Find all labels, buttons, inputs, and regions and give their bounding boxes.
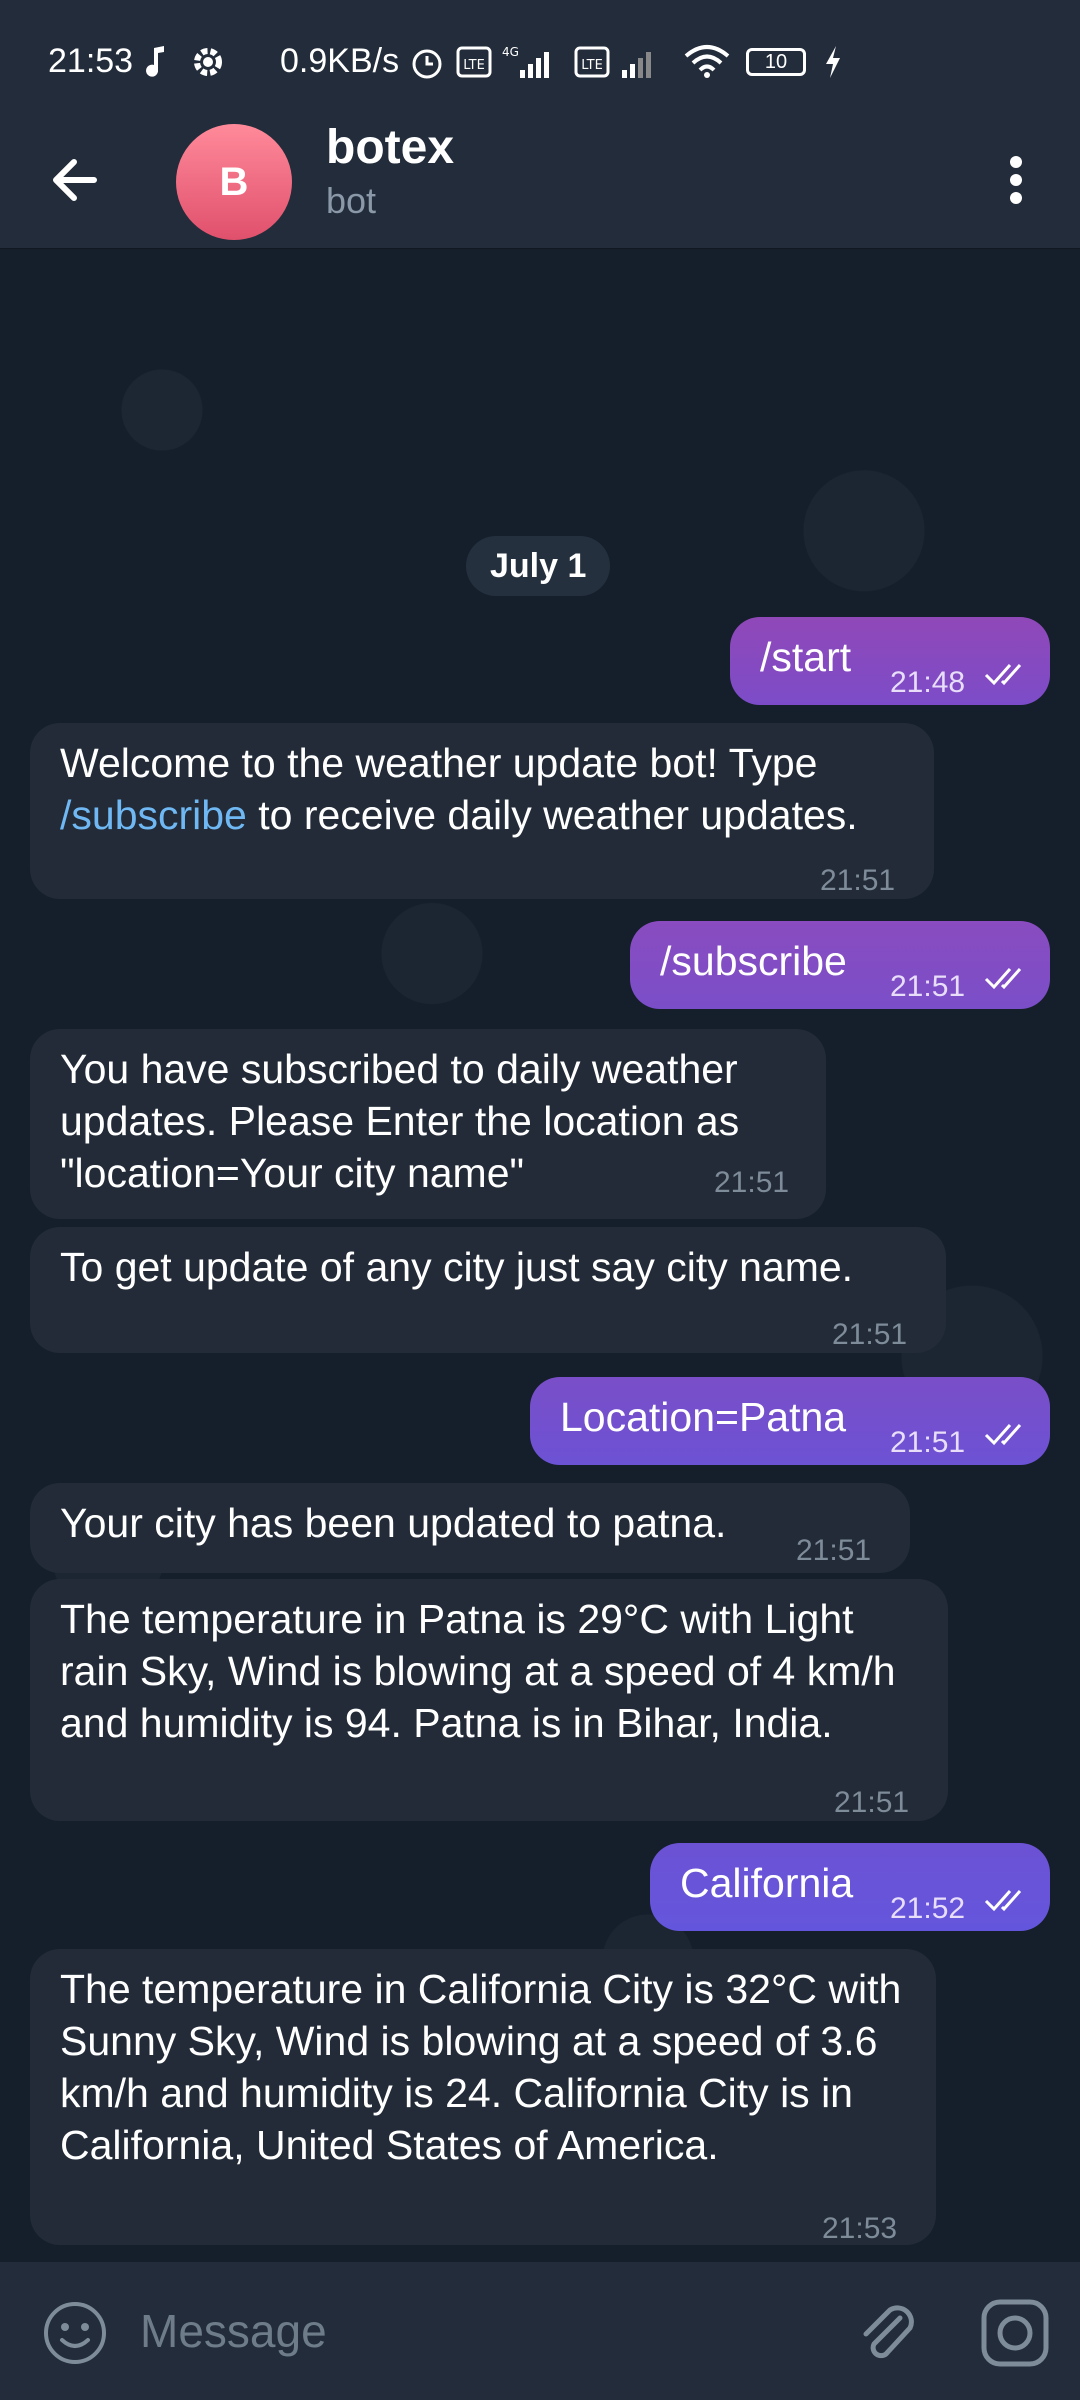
- message-outgoing[interactable]: Location=Patna 21:51: [530, 1377, 1050, 1465]
- chat-title[interactable]: botex: [326, 120, 454, 175]
- double-check-icon: [984, 664, 1022, 686]
- status-bar: 21:53 0.9KB/s LTE 4G LTE 10: [0, 0, 1080, 124]
- message-text: Your city has been updated to patna.: [60, 1500, 727, 1546]
- message-text: To get update of any city just say city …: [60, 1244, 854, 1290]
- message-text: You have subscribed to daily weather upd…: [60, 1046, 740, 1196]
- svg-text:4G: 4G: [502, 45, 519, 59]
- avatar-letter: B: [219, 159, 249, 204]
- message-time: 21:51: [890, 1426, 966, 1459]
- battery-icon: 10: [746, 48, 806, 76]
- message-text: /start: [760, 634, 852, 680]
- chat-header: B botex bot: [0, 121, 1080, 249]
- back-arrow-icon[interactable]: [40, 144, 112, 216]
- message-time: 21:51: [834, 1786, 910, 1819]
- message-text: The temperature in California City is 32…: [60, 1966, 902, 2168]
- chat-subtitle: bot: [326, 180, 377, 221]
- message-time: 21:51: [796, 1534, 872, 1567]
- status-time: 21:53: [48, 42, 134, 80]
- message-text: /subscribe: [660, 938, 847, 984]
- gear-icon: [194, 48, 222, 76]
- message-outgoing[interactable]: California 21:52: [650, 1843, 1050, 1931]
- svg-text:LTE: LTE: [581, 58, 603, 73]
- double-check-icon: [984, 968, 1022, 990]
- volte-icon: LTE: [456, 46, 492, 78]
- message-time: 21:51: [890, 970, 966, 1003]
- message-incoming[interactable]: Your city has been updated to patna. 21:…: [30, 1483, 910, 1573]
- message-input[interactable]: [138, 2292, 822, 2370]
- more-vertical-icon[interactable]: [992, 144, 1040, 216]
- message-time: 21:51: [820, 864, 896, 897]
- message-text-part: Welcome to the weather update bot! Type: [60, 740, 818, 786]
- message-text-part: to receive daily weather updates.: [246, 792, 858, 838]
- alarm-icon: [412, 49, 442, 79]
- message-time: 21:53: [822, 2212, 898, 2245]
- double-check-icon: [984, 1890, 1022, 1912]
- svg-text:LTE: LTE: [463, 58, 485, 73]
- volte-icon: LTE: [574, 46, 610, 78]
- message-time: 21:51: [714, 1166, 790, 1199]
- message-outgoing[interactable]: /start 21:48: [730, 617, 1050, 705]
- message-time: 21:48: [890, 666, 966, 699]
- avatar[interactable]: B: [176, 124, 292, 240]
- emoji-icon[interactable]: [40, 2298, 110, 2368]
- signal-icon: 4G: [502, 45, 549, 78]
- camera-icon[interactable]: [978, 2296, 1052, 2370]
- message-incoming[interactable]: To get update of any city just say city …: [30, 1227, 946, 1353]
- command-link[interactable]: /subscribe: [60, 792, 247, 838]
- message-outgoing[interactable]: /subscribe 21:51: [630, 921, 1050, 1009]
- date-separator: July 1: [466, 536, 611, 596]
- message-incoming[interactable]: You have subscribed to daily weather upd…: [30, 1029, 826, 1219]
- paperclip-icon[interactable]: [850, 2296, 924, 2370]
- double-check-icon: [984, 1424, 1022, 1446]
- network-speed: 0.9KB/s: [280, 42, 400, 80]
- message-text: Welcome to the weather update bot! Type …: [60, 740, 858, 838]
- message-incoming[interactable]: The temperature in California City is 32…: [30, 1949, 936, 2245]
- charging-icon: [826, 46, 840, 78]
- message-time: 21:52: [890, 1892, 966, 1925]
- signal-icon: [622, 52, 651, 78]
- battery-level: 10: [764, 51, 788, 73]
- message-incoming[interactable]: Welcome to the weather update bot! Type …: [30, 723, 934, 899]
- message-time: 21:51: [832, 1318, 908, 1351]
- message-text: The temperature in Patna is 29°C with Li…: [60, 1596, 896, 1746]
- message-incoming[interactable]: The temperature in Patna is 29°C with Li…: [30, 1579, 948, 1821]
- message-list[interactable]: July 1 /start 21:48 Welcome to the weath…: [0, 249, 1080, 2262]
- music-note-icon: [146, 46, 164, 77]
- wifi-icon: [684, 45, 730, 78]
- message-composer: [0, 2262, 1080, 2400]
- message-text: Location=Patna: [560, 1394, 847, 1440]
- message-text: California: [680, 1860, 854, 1906]
